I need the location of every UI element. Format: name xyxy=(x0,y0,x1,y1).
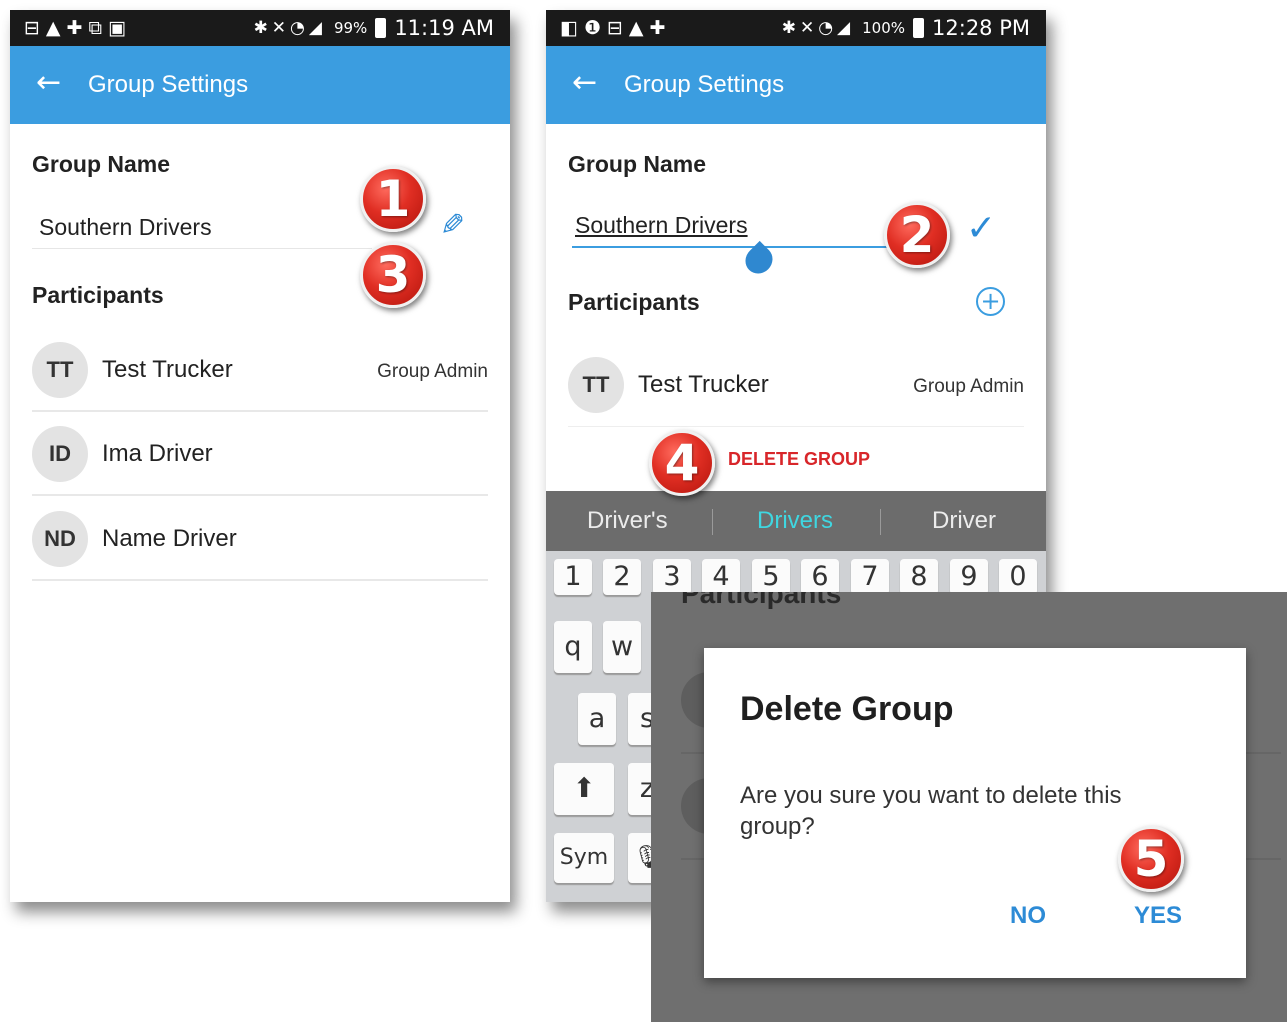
keyboard-key[interactable]: 7 xyxy=(851,559,889,595)
back-arrow-icon[interactable]: ← xyxy=(572,65,597,100)
keyboard-key[interactable]: 4 xyxy=(702,559,740,595)
no-button[interactable]: NO xyxy=(1010,902,1046,930)
background-participants-text: Participants xyxy=(681,592,842,609)
suggestion-item[interactable]: Drivers xyxy=(757,507,833,535)
keyboard-key[interactable]: w xyxy=(603,621,641,673)
participant-row[interactable]: ID Ima Driver xyxy=(32,412,488,496)
group-name-value: Southern Drivers xyxy=(39,214,212,240)
system-icons: ✱✕◔◢ xyxy=(781,18,855,38)
yes-button[interactable]: YES xyxy=(1134,902,1182,930)
callout-badge: 5 xyxy=(1118,826,1184,892)
app-bar-title: Group Settings xyxy=(624,71,785,98)
keyboard-key[interactable]: q xyxy=(554,621,592,673)
participant-role: Group Admin xyxy=(913,376,1024,397)
keyboard-key[interactable]: 9 xyxy=(950,559,988,595)
avatar: ID xyxy=(32,426,88,482)
add-participant-icon[interactable]: + xyxy=(976,287,1005,316)
keyboard-key[interactable]: 0 xyxy=(999,559,1037,595)
delete-group-dialog: Delete Group Are you sure you want to de… xyxy=(704,648,1246,978)
participant-name: Ima Driver xyxy=(102,440,213,467)
participant-row[interactable]: TT Test Trucker Group Admin xyxy=(32,328,488,412)
suggestion-divider xyxy=(880,509,881,535)
notification-icons: ◧❶⊟▲✚ xyxy=(560,17,672,39)
keyboard-key[interactable]: 8 xyxy=(900,559,938,595)
suggestion-item[interactable]: Driver's xyxy=(587,507,668,535)
participant-name: Test Trucker xyxy=(638,371,769,398)
app-bar: ← Group Settings xyxy=(546,46,1046,124)
status-bar: ⊟▲✚⧉▣ ✱✕◔◢ 99% 11:19 AM xyxy=(10,10,510,46)
keyboard-suggestion-bar: Driver's Drivers Driver xyxy=(546,491,1046,551)
suggestion-divider xyxy=(712,509,713,535)
keyboard-key[interactable]: 6 xyxy=(801,559,839,595)
status-time: 12:28 PM xyxy=(932,16,1030,40)
dialog-title: Delete Group xyxy=(740,690,954,728)
sym-key[interactable]: Sym xyxy=(554,833,614,883)
keyboard-key[interactable]: 3 xyxy=(653,559,691,595)
edit-pencil-icon[interactable]: ✎ xyxy=(440,208,465,243)
app-bar-title: Group Settings xyxy=(88,71,249,98)
group-name-input-underline xyxy=(572,246,890,248)
keyboard-key[interactable]: 1 xyxy=(554,559,592,595)
battery-icon xyxy=(375,18,387,38)
participant-row[interactable]: ND Name Driver xyxy=(32,497,488,581)
participant-name: Test Trucker xyxy=(102,356,233,383)
status-time: 11:19 AM xyxy=(394,16,494,40)
status-bar: ◧❶⊟▲✚ ✱✕◔◢ 100% 12:28 PM xyxy=(546,10,1046,46)
avatar: ND xyxy=(32,511,88,567)
callout-badge: 4 xyxy=(649,430,715,496)
app-bar: ← Group Settings xyxy=(10,46,510,124)
group-name-label: Group Name xyxy=(32,151,171,177)
battery-level: 100% xyxy=(862,19,906,37)
callout-badge: 1 xyxy=(360,166,426,232)
keyboard-key[interactable]: a xyxy=(578,693,616,745)
avatar: TT xyxy=(32,342,88,398)
participants-label: Participants xyxy=(568,289,700,315)
participant-name: Name Driver xyxy=(102,525,237,552)
callout-badge: 3 xyxy=(360,242,426,308)
notification-icons: ⊟▲✚⧉▣ xyxy=(24,17,132,39)
participants-label: Participants xyxy=(32,282,164,308)
keyboard-key[interactable]: 2 xyxy=(603,559,641,595)
delete-group-button[interactable]: DELETE GROUP xyxy=(728,449,870,470)
keyboard-key[interactable]: 5 xyxy=(752,559,790,595)
confirm-check-icon[interactable]: ✓ xyxy=(966,208,996,249)
phone-screen-view-mode: ⊟▲✚⧉▣ ✱✕◔◢ 99% 11:19 AM ← Group Settings… xyxy=(10,10,510,902)
group-name-label: Group Name xyxy=(568,151,707,177)
shift-icon[interactable]: ⬆ xyxy=(554,763,614,815)
callout-badge: 2 xyxy=(884,202,950,268)
battery-level: 99% xyxy=(333,19,368,37)
dialog-message: Are you sure you want to delete this gro… xyxy=(740,782,1122,840)
group-name-divider xyxy=(32,248,372,249)
battery-icon xyxy=(913,18,925,38)
back-arrow-icon[interactable]: ← xyxy=(36,65,61,100)
system-icons: ✱✕◔◢ xyxy=(253,18,326,38)
suggestion-item[interactable]: Driver xyxy=(932,507,996,535)
group-name-input[interactable]: Southern Drivers xyxy=(575,212,748,239)
participant-row[interactable]: TT Test Trucker Group Admin xyxy=(568,343,1024,427)
avatar: TT xyxy=(568,357,624,413)
participant-role: Group Admin xyxy=(377,361,488,382)
